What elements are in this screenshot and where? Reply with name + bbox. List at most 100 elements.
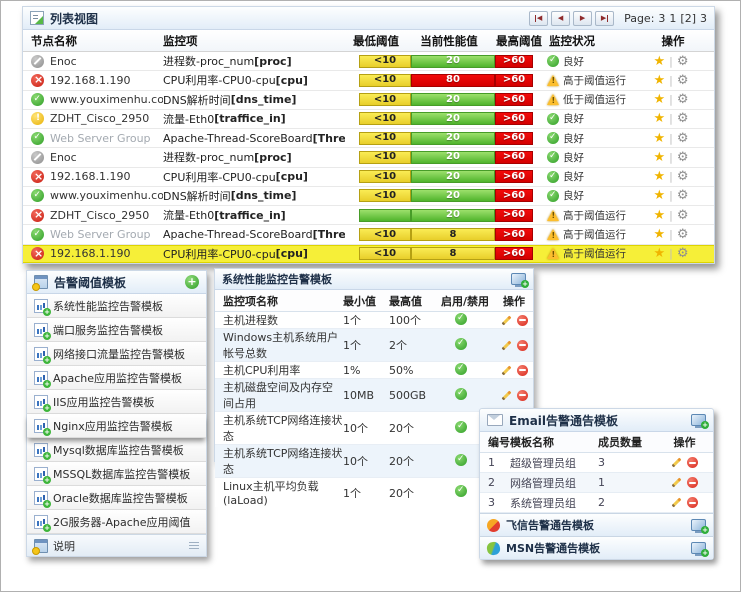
monitor-row[interactable]: ZDHT_Cisco_2950 流量-Eth0[traffice_in] 20 …	[23, 206, 714, 225]
monitor-row[interactable]: Web Server Group Apache-Thread-ScoreBoar…	[23, 129, 714, 148]
add-monitor-icon[interactable]	[511, 273, 526, 285]
min-threshold-segment: <10	[359, 228, 411, 241]
settings-gear-icon[interactable]	[677, 189, 689, 202]
settings-gear-icon[interactable]	[677, 209, 689, 222]
settings-gear-icon[interactable]	[677, 132, 689, 145]
favorite-star-icon[interactable]	[653, 247, 665, 260]
template-list-item[interactable]: Apache应用监控告警模板	[27, 366, 206, 390]
page-link[interactable]: [2]	[680, 12, 696, 25]
item-max-value: 2个	[389, 337, 441, 353]
delete-icon[interactable]	[517, 315, 528, 326]
delete-icon[interactable]	[517, 365, 528, 376]
description-icon	[34, 539, 48, 553]
favorite-star-icon[interactable]	[653, 132, 665, 145]
edit-icon[interactable]	[672, 478, 682, 488]
template-list-item[interactable]: MSSQL数据库监控告警模板	[27, 462, 206, 486]
op-separator	[669, 209, 673, 222]
add-template-button[interactable]	[185, 275, 199, 289]
settings-gear-icon[interactable]	[677, 93, 689, 106]
edit-icon[interactable]	[501, 315, 511, 325]
threshold-bar: <10 20 >60	[345, 112, 547, 125]
template-list-item[interactable]: Oracle数据库监控告警模板	[27, 486, 206, 510]
template-chart-icon	[34, 419, 48, 433]
list-view-title: 列表视图	[50, 10, 98, 27]
template-list-item[interactable]: IIS应用监控告警模板	[27, 390, 206, 414]
min-threshold-segment: <10	[359, 189, 411, 202]
favorite-star-icon[interactable]	[653, 55, 665, 68]
group-number: 1	[480, 456, 510, 469]
favorite-star-icon[interactable]	[653, 170, 665, 183]
delete-icon[interactable]	[517, 390, 528, 401]
max-threshold-segment: >60	[495, 112, 533, 125]
node-name: 192.168.1.190	[50, 74, 130, 87]
last-page-button[interactable]	[595, 11, 614, 26]
favorite-star-icon[interactable]	[653, 74, 665, 87]
favorite-star-icon[interactable]	[653, 228, 665, 241]
node-name: Web Server Group	[50, 132, 151, 145]
page-link[interactable]: 3	[700, 12, 707, 25]
edit-icon[interactable]	[672, 458, 682, 468]
enabled-check-icon[interactable]	[455, 363, 467, 375]
enabled-check-icon[interactable]	[455, 421, 467, 433]
template-list-item[interactable]: 系统性能监控告警模板	[27, 294, 206, 318]
delete-icon[interactable]	[517, 340, 528, 351]
description-bar[interactable]: 说明	[27, 534, 206, 556]
settings-gear-icon[interactable]	[677, 55, 689, 68]
delete-icon[interactable]	[687, 457, 698, 468]
template-list-item[interactable]: 网络接口流量监控告警模板	[27, 342, 206, 366]
monitor-row[interactable]: 192.168.1.190 CPU利用率-CPU0-cpu[cpu] <10 8…	[23, 71, 714, 90]
node-status-icon	[31, 209, 44, 222]
add-notify-template-icon[interactable]	[691, 542, 706, 554]
edit-icon[interactable]	[501, 390, 511, 400]
monitor-row[interactable]: 192.168.1.190 CPU利用率-CPU0-cpu[cpu] <10 2…	[23, 168, 714, 187]
delete-icon[interactable]	[687, 477, 698, 488]
favorite-star-icon[interactable]	[653, 93, 665, 106]
favorite-star-icon[interactable]	[653, 151, 665, 164]
monitor-row[interactable]: 192.168.1.190 CPU利用率-CPU0-cpu[cpu] <10 8…	[23, 245, 714, 263]
settings-gear-icon[interactable]	[677, 228, 689, 241]
settings-gear-icon[interactable]	[677, 247, 689, 260]
notify-template-bar[interactable]: MSN告警通告模板	[480, 536, 713, 559]
favorite-star-icon[interactable]	[653, 209, 665, 222]
edit-icon[interactable]	[501, 340, 511, 350]
template-chart-icon	[34, 443, 48, 457]
page-link[interactable]: 1	[669, 12, 676, 25]
add-notify-template-icon[interactable]	[691, 519, 706, 531]
template-list-item[interactable]: Mysql数据库监控告警模板	[27, 438, 206, 462]
settings-gear-icon[interactable]	[677, 151, 689, 164]
template-list-item[interactable]: 端口服务监控告警模板	[27, 318, 206, 342]
monitor-row[interactable]: www.youximenhu.com DNS解析时间[dns_time] <10…	[23, 187, 714, 206]
monitor-row[interactable]: ZDHT_Cisco_2950 流量-Eth0[traffice_in] <10…	[23, 110, 714, 129]
enabled-check-icon[interactable]	[455, 338, 467, 350]
node-name: www.youximenhu.com	[50, 93, 163, 106]
monitor-row[interactable]: Web Server Group Apache-Thread-ScoreBoar…	[23, 225, 714, 244]
template-list-item[interactable]: 2G服务器-Apache应用阈值	[27, 510, 206, 534]
settings-gear-icon[interactable]	[677, 74, 689, 87]
monitor-row[interactable]: www.youximenhu.com DNS解析时间[dns_time] <10…	[23, 91, 714, 110]
monitor-item-cell: 流量-Eth0[traffice_in]	[163, 207, 345, 223]
monitor-item-label: DNS解析时间	[163, 188, 231, 204]
notify-template-bar[interactable]: 飞信告警通告模板	[480, 513, 713, 536]
prev-page-button[interactable]	[551, 11, 570, 26]
next-page-button[interactable]	[573, 11, 592, 26]
favorite-star-icon[interactable]	[653, 112, 665, 125]
enabled-check-icon[interactable]	[455, 313, 467, 325]
enabled-check-icon[interactable]	[455, 454, 467, 466]
edit-icon[interactable]	[672, 498, 682, 508]
delete-icon[interactable]	[687, 497, 698, 508]
monitor-item-cell: CPU利用率-CPU0-cpu[cpu]	[163, 72, 345, 88]
enabled-check-icon[interactable]	[455, 388, 467, 400]
template-list-item[interactable]: Nginx应用监控告警模板	[27, 414, 206, 438]
monitor-row[interactable]: Enoc 进程数-proc_num[proc] <10 20 >60 良好	[23, 148, 714, 167]
add-email-template-icon[interactable]	[691, 414, 706, 426]
monitor-row[interactable]: Enoc 进程数-proc_num[proc] <10 20 >60 良好	[23, 52, 714, 71]
first-page-button[interactable]	[529, 11, 548, 26]
settings-gear-icon[interactable]	[677, 170, 689, 183]
edit-icon[interactable]	[501, 365, 511, 375]
max-threshold-segment: >60	[495, 151, 533, 164]
template-name: IIS应用监控告警模板	[53, 394, 154, 410]
favorite-star-icon[interactable]	[653, 189, 665, 202]
enabled-check-icon[interactable]	[455, 485, 467, 497]
email-template-header[interactable]: Email告警通告模板	[480, 409, 713, 432]
settings-gear-icon[interactable]	[677, 112, 689, 125]
